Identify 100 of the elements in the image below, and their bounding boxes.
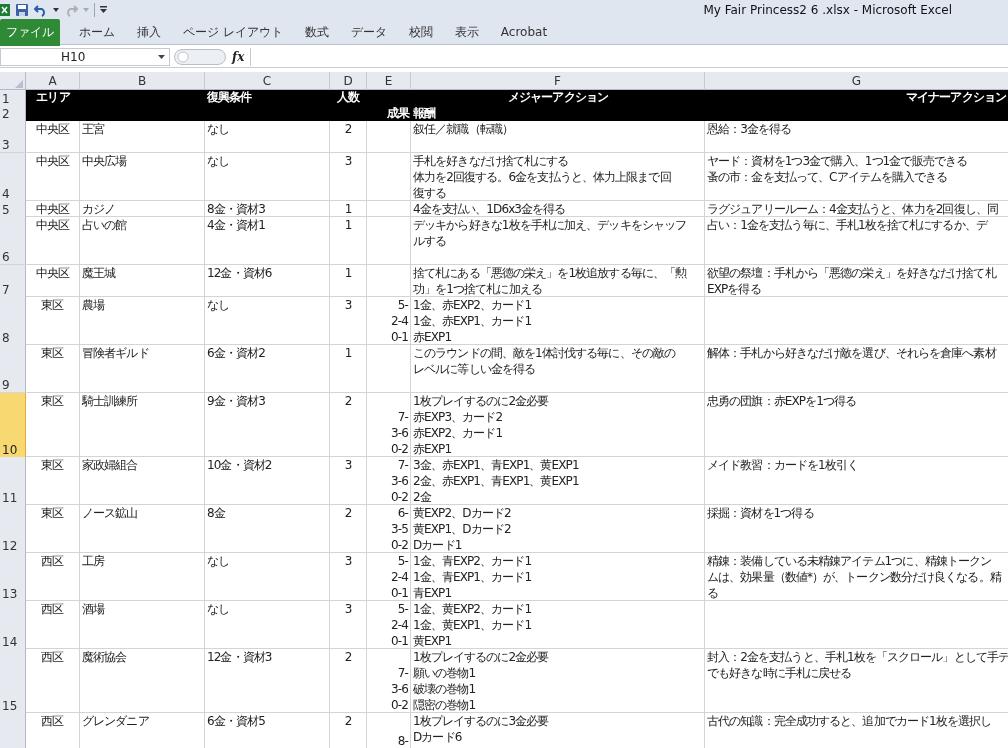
table-cell: 1 — [330, 265, 367, 297]
ribbon-tab[interactable]: ページ レイアウト — [174, 20, 292, 44]
column-header[interactable]: G — [705, 72, 1008, 90]
table-cell: 東区 — [26, 297, 80, 345]
table-cell: 冒険者ギルド — [80, 345, 205, 392]
table-cell: 6- 3-5 0-2 — [367, 505, 411, 553]
table-cell: 3 — [330, 553, 367, 601]
table-cell: 東区 — [26, 345, 80, 392]
table-cell: 7- 3-6 0-2 — [367, 393, 411, 457]
table-cell: 2 — [330, 649, 367, 713]
table-cell-text: 恩給：3金を得る — [706, 121, 793, 138]
table-cell-text: 解体：手札から好きなだけ敵を選び、それらを倉庫へ素材 — [706, 345, 998, 362]
table-cell: 6金・資材2 — [205, 345, 330, 392]
row-header[interactable]: 11 — [0, 457, 26, 505]
window-title: My Fair Princess2 6 .xlsx - Microsoft Excel — [703, 3, 953, 17]
table-cell: 中央区 — [26, 153, 80, 201]
table-cell: ノース鉱山 — [80, 505, 205, 553]
table-cell: 1 — [330, 217, 367, 264]
table-cell: 2 — [330, 121, 367, 152]
table-cell: 魔王城 — [80, 265, 205, 297]
row-header[interactable]: 15 — [0, 649, 26, 713]
table-cell-text: メイド教習：カードを1枚引く — [706, 457, 860, 474]
table-cell: 3 — [330, 153, 367, 201]
table-cell: 5- 2-4 0-1 — [367, 601, 411, 649]
table-cell: 中央区 — [26, 201, 80, 217]
row-header[interactable]: 9 — [0, 345, 26, 392]
table-cell: 中央区 — [26, 121, 80, 152]
row-header[interactable]: 13 — [0, 553, 26, 601]
ribbon-tab[interactable]: データ — [341, 20, 396, 44]
insert-function-button[interactable]: fx — [232, 50, 245, 64]
name-box[interactable]: H10 — [0, 48, 170, 66]
table-cell: 東区 — [26, 505, 80, 553]
table-cell: 西区 — [26, 601, 80, 649]
resize-handle-icon[interactable] — [174, 49, 226, 65]
table-cell: 12金・資材6 — [205, 265, 330, 297]
table-cell: 3 — [330, 457, 367, 505]
table-cell: 3金、赤EXP1、青EXP1、黄EXP1 2金、赤EXP1、青EXP1、黄EXP1 2金 — [411, 457, 705, 505]
table-cell: マイナーアクション — [705, 90, 1008, 106]
row-header[interactable]: 3 — [0, 121, 26, 152]
table-cell: なし — [205, 601, 330, 649]
row-header[interactable] — [0, 713, 26, 748]
table-cell-text: 封入：2金を支払うと、手札1枚を「スクロール」として手テ でも好きな時に手札に戻せる — [706, 649, 1008, 682]
dropdown-icon[interactable] — [158, 55, 165, 59]
table-cell: 2 — [330, 393, 367, 457]
row-header[interactable]: 14 — [0, 601, 26, 649]
ribbon-tab[interactable]: 挿入 — [128, 20, 170, 44]
table-cell: 西区 — [26, 649, 80, 713]
row-header[interactable]: 2 — [0, 106, 26, 121]
table-cell: 家政婦組合 — [80, 457, 205, 505]
excel-icon — [0, 3, 10, 17]
table-cell-text: ラグジュアリールーム：4金支払うと、体力を2回復し、同 — [706, 201, 999, 217]
table-cell: 1金、青EXP2、カード1 1金、青EXP1、カード1 青EXP1 — [411, 553, 705, 601]
table-cell: 8- — [367, 713, 411, 748]
row-header[interactable]: 4 — [0, 153, 26, 201]
table-cell: 東区 — [26, 393, 80, 457]
save-icon[interactable] — [15, 3, 29, 17]
table-cell: 復興条件 — [205, 90, 330, 106]
table-cell: グレンダニア — [80, 713, 205, 748]
table-cell: 西区 — [26, 713, 80, 748]
ribbon-tab[interactable]: 数式 — [295, 20, 338, 44]
table-cell: なし — [205, 553, 330, 601]
ribbon-tab[interactable]: ホーム — [70, 20, 124, 44]
table-cell: 黄EXP2、Dカード2 黄EXP1、Dカード2 Dカード1 — [411, 505, 705, 553]
table-cell: 捨て札にある「悪徳の栄え」を1枚追放する毎に、「勲 功」を1つ捨て札に加える — [411, 265, 705, 297]
table-cell: 4金を支払い、1D6x3金を得る — [411, 201, 705, 217]
row-header[interactable]: 7 — [0, 265, 26, 297]
ribbon-tab[interactable]: Acrobat — [491, 22, 557, 42]
table-cell: 4金・資材1 — [205, 217, 330, 264]
table-cell: 9金・資材3 — [205, 393, 330, 457]
table-cell: 10金・資材2 — [205, 457, 330, 505]
table-cell: 叙任／就職（転職） — [411, 121, 705, 152]
row-header[interactable]: 12 — [0, 505, 26, 553]
table-cell-text: 採掘：資材を1つ得る — [706, 505, 815, 522]
row-header[interactable]: 8 — [0, 297, 26, 345]
table-cell: 12金・資材3 — [205, 649, 330, 713]
table-cell-text: ヤード：資材を1つ3金で購入、1つ1金で販売できる 蚤の市：金を支払って、Cアイテムを購入できる — [706, 153, 969, 186]
table-cell-text: 精錬：装備している未精錬アイテム1つに、精錬トークン ムは、効果量（数値*）が、トークン数分だけ良くなる。精 る — [706, 553, 1003, 601]
customize-icon[interactable] — [100, 6, 107, 14]
row-header[interactable]: 1 — [0, 90, 26, 106]
table-cell: 1金、黄EXP2、カード1 1金、黄EXP1、カード1 黄EXP1 — [411, 601, 705, 649]
table-cell: 王宮 — [80, 121, 205, 152]
caret-icon[interactable] — [53, 8, 59, 12]
undo-icon[interactable] — [34, 3, 48, 17]
table-cell: 工房 — [80, 553, 205, 601]
row-header[interactable]: 6 — [0, 217, 26, 264]
row-header[interactable]: 5 — [0, 201, 26, 217]
table-cell: 農場 — [80, 297, 205, 345]
select-all-icon[interactable] — [15, 80, 23, 88]
table-cell: 東区 — [26, 457, 80, 505]
redo-icon[interactable] — [64, 3, 78, 17]
table-cell: 7- 3-6 0-2 — [367, 457, 411, 505]
table-cell: 手札を好きなだけ捨て札にする 体力を2回復する。6金を支払うと、体力上限まで回 復する — [411, 153, 705, 201]
table-cell-text: 古代の知識：完全成功すると、追加でカード1枚を選択し — [706, 713, 993, 730]
table-cell: なし — [205, 153, 330, 201]
table-cell: 成果 — [367, 106, 411, 121]
row-header[interactable]: 10 — [0, 393, 26, 457]
ribbon-tab[interactable]: 校閲 — [399, 20, 442, 44]
table-cell-text: 占い：1金を支払う毎に、手札1枚を捨て札にするか、デ — [706, 217, 989, 234]
table-cell: 1 — [330, 201, 367, 217]
ribbon-tab[interactable]: 表示 — [445, 20, 488, 44]
